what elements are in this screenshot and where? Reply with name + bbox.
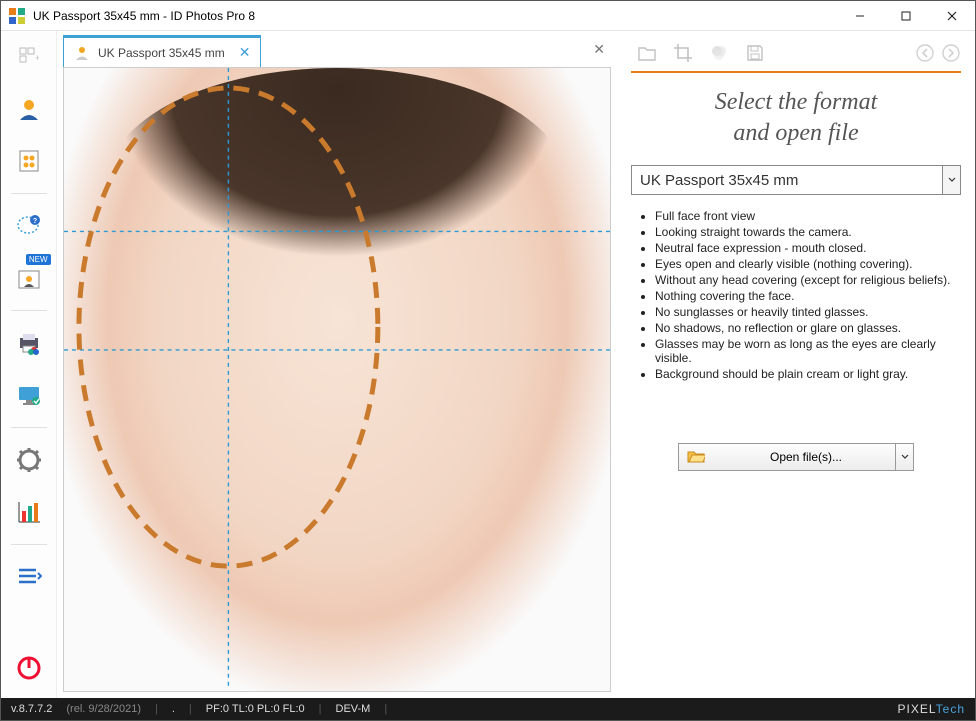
chevron-down-icon[interactable]: [943, 165, 961, 195]
tab-close-icon[interactable]: ✕: [239, 44, 251, 61]
app-icon: [9, 8, 25, 24]
requirements-list: Full face front view Looking straight to…: [641, 207, 961, 383]
sidebar-divider: [11, 310, 47, 311]
window-title: UK Passport 35x45 mm - ID Photos Pro 8: [33, 9, 837, 23]
display-export-button[interactable]: [9, 375, 49, 415]
person-button[interactable]: [9, 89, 49, 129]
sidebar-divider: [11, 544, 47, 545]
brand-tech: Tech: [936, 702, 965, 716]
person-icon: [74, 45, 90, 61]
requirement-item: No shadows, no reflection or glare on gl…: [655, 321, 961, 335]
status-mode: DEV-M: [336, 703, 371, 715]
sidebar-divider: [11, 193, 47, 194]
tabstrip: UK Passport 35x45 mm ✕ ✕: [57, 31, 617, 67]
headline-line1: Select the format: [631, 87, 961, 118]
settings-button[interactable]: [9, 440, 49, 480]
requirement-item: Glasses may be worn as long as the eyes …: [655, 337, 961, 365]
requirement-item: Without any head covering (except for re…: [655, 273, 961, 287]
list-menu-button[interactable]: [9, 557, 49, 597]
app-window: UK Passport 35x45 mm - ID Photos Pro 8 +…: [0, 0, 976, 721]
save-icon[interactable]: [745, 43, 765, 63]
titlebar: UK Passport 35x45 mm - ID Photos Pro 8: [1, 1, 975, 31]
photo-pane: UK Passport 35x45 mm ✕ ✕: [57, 31, 617, 698]
format-toolbar: [631, 39, 961, 67]
status-release: (rel. 9/28/2021): [66, 703, 141, 715]
requirement-item: Full face front view: [655, 209, 961, 223]
requirement-item: No sunglasses or heavily tinted glasses.: [655, 305, 961, 319]
color-adjust-icon[interactable]: [709, 43, 729, 63]
stats-button[interactable]: [9, 492, 49, 532]
window-controls: [837, 1, 975, 30]
folder-open-icon[interactable]: [637, 43, 657, 63]
open-file-dropdown-icon[interactable]: [896, 443, 914, 471]
status-counters: PF:0 TL:0 PL:0 FL:0: [206, 703, 305, 715]
brand-label: PIXELTech: [898, 702, 966, 716]
print-button[interactable]: [9, 323, 49, 363]
svg-text:?: ?: [32, 218, 36, 225]
accent-rule: [631, 71, 961, 73]
left-sidebar: + ? NEW: [1, 31, 57, 698]
main-area: + ? NEW: [1, 31, 975, 698]
brand-pixel: PIXEL: [898, 702, 936, 716]
crop-icon[interactable]: [673, 43, 693, 63]
requirement-item: Eyes open and clearly visible (nothing c…: [655, 257, 961, 271]
help-chat-button[interactable]: ?: [9, 206, 49, 246]
layout-grid-button[interactable]: +: [9, 37, 49, 77]
pane-headline: Select the format and open file: [631, 87, 961, 149]
status-version: v.8.7.7.2: [11, 703, 52, 715]
open-file-control: Open file(s)...: [678, 443, 914, 471]
requirement-item: Neutral face expression - mouth closed.: [655, 241, 961, 255]
status-dot: .: [172, 703, 175, 715]
maximize-button[interactable]: [883, 1, 929, 30]
sidebar-divider: [11, 427, 47, 428]
requirement-item: Background should be plain cream or ligh…: [655, 367, 961, 381]
nav-back-icon[interactable]: [915, 43, 935, 63]
tabstrip-close-icon[interactable]: ✕: [593, 41, 605, 58]
new-photo-button[interactable]: NEW: [9, 258, 49, 298]
format-select-value[interactable]: UK Passport 35x45 mm: [631, 165, 943, 195]
open-file-label: Open file(s)...: [717, 450, 895, 464]
close-button[interactable]: [929, 1, 975, 30]
power-button[interactable]: [9, 648, 49, 688]
headline-line2: and open file: [631, 118, 961, 149]
requirement-item: Nothing covering the face.: [655, 289, 961, 303]
folder-icon: [687, 449, 705, 466]
tab-label: UK Passport 35x45 mm: [98, 46, 225, 60]
open-file-button[interactable]: Open file(s)...: [678, 443, 896, 471]
document-tab[interactable]: UK Passport 35x45 mm ✕: [63, 35, 261, 67]
photo-canvas[interactable]: [63, 67, 611, 692]
alignment-guides: [64, 68, 610, 690]
requirement-item: Looking straight towards the camera.: [655, 225, 961, 239]
group-document-button[interactable]: [9, 141, 49, 181]
minimize-button[interactable]: [837, 1, 883, 30]
format-pane: Select the format and open file UK Passp…: [617, 31, 975, 698]
svg-text:+: +: [35, 53, 39, 63]
format-select[interactable]: UK Passport 35x45 mm: [631, 165, 961, 195]
content-area: UK Passport 35x45 mm ✕ ✕: [57, 31, 975, 698]
nav-forward-icon[interactable]: [941, 43, 961, 63]
new-badge: NEW: [26, 254, 51, 265]
statusbar: v.8.7.7.2 (rel. 9/28/2021) | . | PF:0 TL…: [1, 698, 975, 720]
